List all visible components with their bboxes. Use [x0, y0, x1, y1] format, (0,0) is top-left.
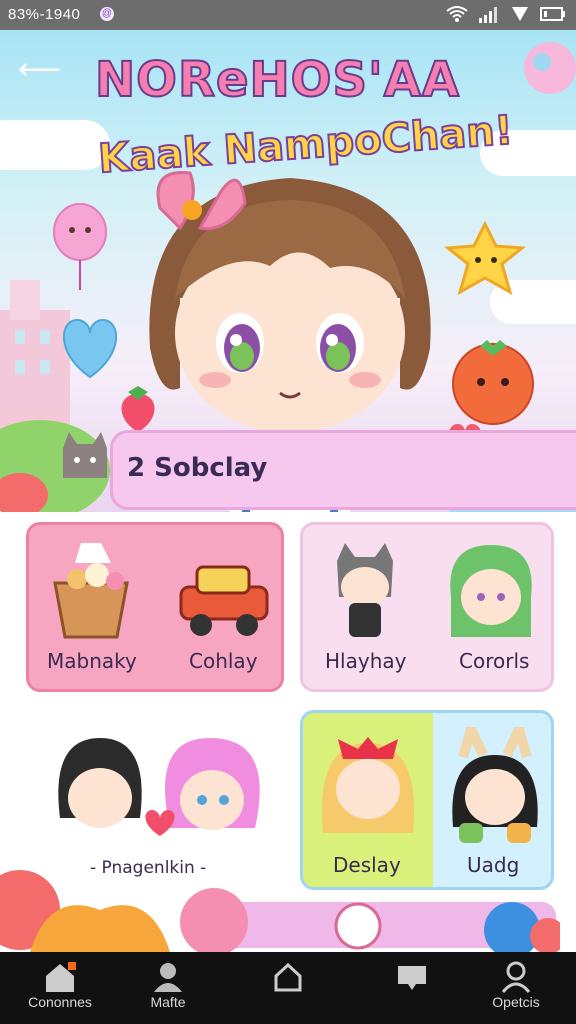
bunny-girl-icon — [452, 727, 538, 843]
blonde-girl-icon — [321, 737, 415, 833]
category-card-1[interactable]: Mabnaky Cohlay — [26, 522, 284, 692]
app-title-line1: NOReHOS'AA — [94, 51, 461, 109]
category-card-2[interactable]: Hlayhay Cororls — [300, 522, 554, 692]
star-character-icon — [444, 220, 526, 296]
card-label: Deslay — [333, 853, 401, 877]
food-basket-icon — [53, 543, 129, 639]
tomato-character-icon — [452, 340, 534, 425]
status-bar: 83%-1940 @ — [0, 0, 576, 30]
nav-item-home[interactable]: Cononnes — [10, 960, 110, 1010]
hero-banner: ⟵ NOReHOS'AA Kaak NampoChan! 2 Sobclay — [0, 30, 576, 512]
signal-icon — [479, 7, 497, 23]
heart-balloon-icon — [63, 318, 117, 379]
two-girls-illustration — [58, 738, 260, 836]
bottom-navigation: Cononnes Mafte Opetcis — [0, 952, 576, 1024]
data-icon — [512, 7, 528, 21]
character-decoration — [334, 902, 560, 952]
nav-item-chat[interactable] — [362, 960, 462, 994]
wifi-icon — [446, 6, 468, 22]
nav-label: Mafte — [150, 994, 186, 1010]
toy-car-icon — [179, 565, 269, 636]
nav-item-options[interactable]: Opetcis — [466, 960, 566, 1010]
notification-badge: @ — [100, 7, 114, 21]
cat-girl-icon — [337, 543, 393, 637]
nav-label: Cononnes — [28, 994, 92, 1010]
person-icon — [154, 963, 182, 992]
card-label: Uadg — [467, 853, 520, 877]
fruit-decoration — [0, 870, 248, 952]
house-outline-icon — [274, 962, 302, 992]
battery-icon — [540, 7, 565, 21]
cloud-decoration — [0, 120, 110, 170]
balloon-icon — [53, 203, 107, 290]
chat-icon — [398, 966, 426, 990]
category-card-4[interactable]: Deslay Uadg — [300, 710, 554, 890]
nav-item-profile[interactable]: Mafte — [118, 960, 218, 1010]
banner-text: 2 Sobclay — [127, 453, 268, 483]
status-icons — [446, 5, 566, 23]
home-icon — [46, 962, 76, 992]
card-label: Cororls — [459, 649, 530, 673]
cat-icon — [63, 432, 107, 478]
status-time: 83%-1940 — [8, 6, 81, 23]
orb-decoration — [524, 42, 576, 94]
card-label: Mabnaky — [47, 649, 137, 673]
sub-banner[interactable]: 2 Sobclay — [110, 430, 576, 510]
card-label: Hlayhay — [325, 649, 407, 673]
profile-icon — [501, 961, 531, 993]
back-arrow-icon[interactable]: ⟵ — [18, 52, 61, 87]
nav-item-house[interactable] — [238, 960, 338, 994]
nav-label: Opetcis — [492, 994, 540, 1010]
green-hair-girl-icon — [450, 545, 532, 637]
card-label: Cohlay — [189, 649, 258, 673]
